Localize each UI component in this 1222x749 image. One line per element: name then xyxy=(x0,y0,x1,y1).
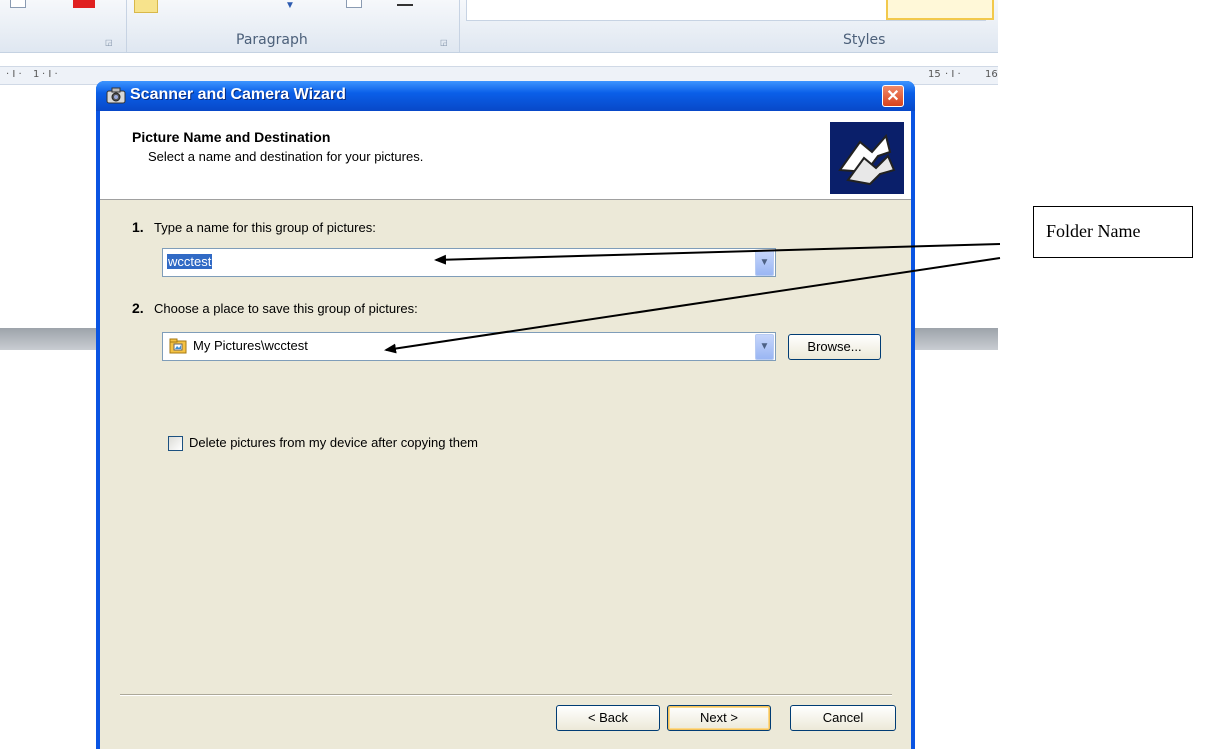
callout-arrows xyxy=(384,243,1001,354)
arrow-to-location-field xyxy=(384,257,1001,354)
arrow-to-name-field xyxy=(434,243,1001,265)
